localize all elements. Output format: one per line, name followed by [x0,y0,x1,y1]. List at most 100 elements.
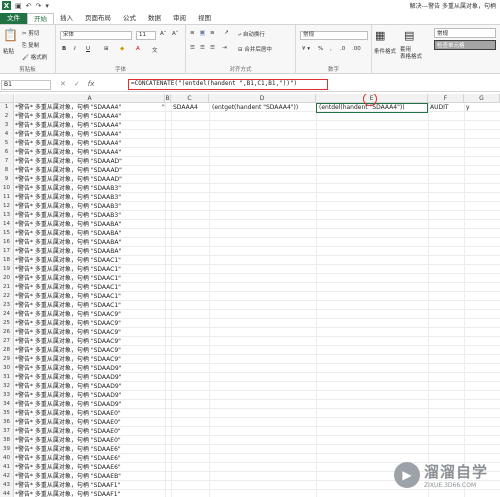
tab-view[interactable]: 视图 [192,13,217,24]
cell-a[interactable]: *警告* 多重从属对象，句柄 "SDAAAD" [15,175,158,184]
row-header[interactable]: 40 [0,454,14,463]
cell-a[interactable]: *警告* 多重从属对象，句柄 "SDAAA4" [15,130,158,139]
row-header[interactable]: 26 [0,328,14,337]
row-header[interactable]: 20 [0,274,14,283]
cell-a[interactable]: *警告* 多重从属对象，句柄 "SDAAC9" [15,328,158,337]
row-header[interactable]: 39 [0,445,14,454]
cell-a[interactable]: *警告* 多重从属对象，句柄 "SDAAD9" [15,364,158,373]
orientation-icon[interactable]: ↗ [224,30,229,36]
cell-a[interactable]: *警告* 多重从属对象，句柄 "SDAAA4" [15,121,158,130]
align-middle-icon[interactable]: ≡ [200,30,205,36]
comma-icon[interactable]: , [330,46,332,52]
row-header[interactable]: 19 [0,265,14,274]
column-header-a[interactable]: A [15,94,165,103]
row-header[interactable]: 16 [0,238,14,247]
cell-a[interactable]: *警告* 多重从属对象，句柄 "SDAAD9" [15,373,158,382]
row-header[interactable]: 41 [0,463,14,472]
enter-icon[interactable]: ✓ [74,80,80,88]
row-header[interactable]: 30 [0,364,14,373]
tab-data[interactable]: 数据 [142,13,167,24]
paste-button[interactable]: 粘贴 [3,47,14,55]
cell-a[interactable]: *警告* 多重从属对象，句柄 "SDAAB3" [15,211,158,220]
style-check-cell[interactable]: 检查单元格 [434,40,496,50]
column-header-c[interactable]: C [171,94,209,103]
cell-a[interactable]: *警告* 多重从属对象，句柄 "SDAAC1" [15,283,158,292]
cell-a[interactable]: *警告* 多重从属对象，句柄 "SDAAA4" [15,103,158,112]
conditional-format-button[interactable]: 条件格式 [374,47,396,55]
format-painter-button[interactable]: 🖌 格式刷 [22,53,47,61]
number-format-select[interactable]: 常规 [300,31,368,40]
cell-a[interactable]: *警告* 多重从属对象，句柄 "SDAAAD" [15,166,158,175]
cell-a[interactable]: *警告* 多重从属对象，句柄 "SDAABA" [15,247,158,256]
row-header[interactable]: 44 [0,490,14,497]
row-header[interactable]: 8 [0,166,14,175]
cell-a[interactable]: *警告* 多重从属对象，句柄 "SDAAE0" [15,418,158,427]
font-color-icon[interactable]: A [136,46,140,52]
row-header[interactable]: 32 [0,382,14,391]
shrink-font-icon[interactable]: A˅ [172,31,179,37]
border-icon[interactable]: ⊞ [104,46,109,52]
increase-decimal-icon[interactable]: .0 [340,46,345,52]
row-header[interactable]: 33 [0,391,14,400]
cell-a[interactable]: *警告* 多重从属对象，句柄 "SDAAE0" [15,427,158,436]
phonetic-icon[interactable]: 文 [152,46,158,54]
align-left-icon[interactable]: ☰ [190,45,195,51]
format-as-table-button[interactable]: 套用 表格格式 [400,47,422,61]
column-header-f[interactable]: F [428,94,464,103]
cell-a[interactable]: *警告* 多重从属对象，句柄 "SDAAE6" [15,445,158,454]
row-header[interactable]: 24 [0,310,14,319]
row-header[interactable]: 3 [0,121,14,130]
row-header[interactable]: 4 [0,130,14,139]
currency-icon[interactable]: ¥ ▾ [302,46,310,52]
row-header[interactable]: 27 [0,337,14,346]
cell-a[interactable]: *警告* 多重从属对象，句柄 "SDAAE6" [15,454,158,463]
cell-a[interactable]: *警告* 多重从属对象，句柄 "SDAAC9" [15,337,158,346]
worksheet-grid[interactable]: A B C D E F G 1 *警告* 多重从属对象，句柄 "SDAAA4" 2 *… [0,94,500,497]
cell-a[interactable]: *警告* 多重从属对象，句柄 "SDAABA" [15,238,158,247]
row-header[interactable]: 37 [0,427,14,436]
cell-a[interactable]: *警告* 多重从属对象，句柄 "SDAAE0" [15,409,158,418]
cell-a[interactable]: *警告* 多重从属对象，句柄 "SDAAB3" [15,193,158,202]
cell-a[interactable]: *警告* 多重从属对象，句柄 "SDAAE0" [15,436,158,445]
cell-g1[interactable]: y [466,103,470,112]
cell-a[interactable]: *警告* 多重从属对象，句柄 "SDAAA4" [15,112,158,121]
indent-icon[interactable]: ⇥ [222,45,227,51]
decrease-decimal-icon[interactable]: .00 [352,46,361,52]
conditional-format-icon[interactable]: ▦ [375,29,385,42]
underline-button[interactable]: U [86,46,90,52]
row-header[interactable]: 25 [0,319,14,328]
row-header[interactable]: 14 [0,220,14,229]
row-header[interactable]: 18 [0,256,14,265]
tab-insert[interactable]: 插入 [54,13,79,24]
row-header[interactable]: 6 [0,148,14,157]
row-header[interactable]: 17 [0,247,14,256]
format-as-table-icon[interactable]: ▤ [404,29,414,42]
cell-b1[interactable]: " [162,103,165,112]
font-name-select[interactable]: 宋体 [60,31,132,40]
row-header[interactable]: 7 [0,157,14,166]
row-header[interactable]: 38 [0,436,14,445]
cell-a[interactable]: *警告* 多重从属对象，句柄 "SDAABA" [15,229,158,238]
cell-a[interactable]: *警告* 多重从属对象，句柄 "SDAAC1" [15,274,158,283]
copy-button[interactable]: ⎘ 复制 [22,41,39,50]
row-header[interactable]: 12 [0,202,14,211]
cell-a[interactable]: *警告* 多重从属对象，句柄 "SDAAC1" [15,301,158,310]
tab-page-layout[interactable]: 页面布局 [79,13,117,24]
bold-button[interactable]: B [62,46,66,52]
cell-c1[interactable]: SDAAA4 [173,103,198,112]
row-header[interactable]: 21 [0,283,14,292]
cell-a[interactable]: *警告* 多重从属对象，句柄 "SDAAB3" [15,184,158,193]
row-header[interactable]: 28 [0,346,14,355]
redo-icon[interactable]: ↷ [36,2,42,10]
column-header-g[interactable]: G [464,94,500,103]
row-header[interactable]: 10 [0,184,14,193]
row-header[interactable]: 9 [0,175,14,184]
align-bottom-icon[interactable]: ≡ [210,30,215,36]
column-header-d[interactable]: D [209,94,316,103]
font-size-select[interactable]: 11 [136,31,156,40]
cell-a[interactable]: *警告* 多重从属对象，句柄 "SDAAA4" [15,148,158,157]
cell-a[interactable]: *警告* 多重从属对象，句柄 "SDAAC9" [15,310,158,319]
row-header[interactable]: 5 [0,139,14,148]
row-header[interactable]: 34 [0,400,14,409]
save-icon[interactable]: ▣ [15,2,22,10]
